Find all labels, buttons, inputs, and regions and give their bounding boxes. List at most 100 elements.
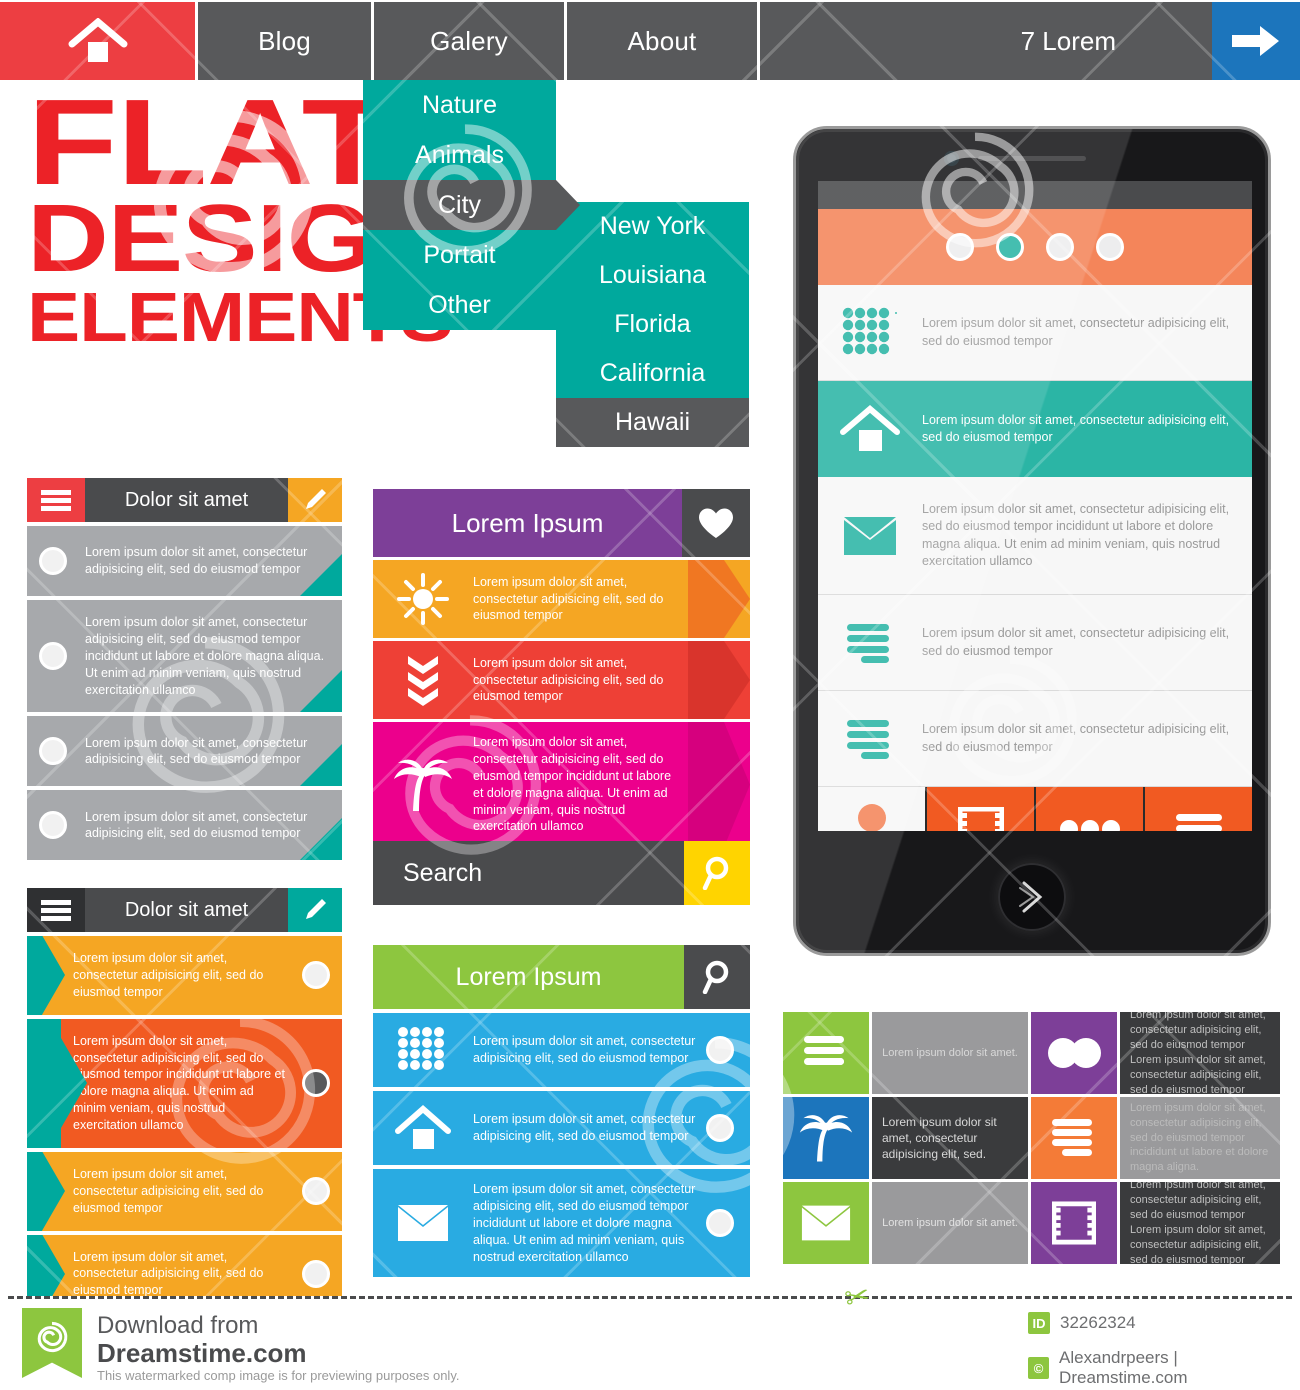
nav-item-galery[interactable]: Galery — [371, 2, 564, 96]
orange-list-menu-button[interactable] — [27, 888, 85, 932]
dropdown-item-animals[interactable]: Animals — [363, 130, 556, 180]
palm-tree-icon — [394, 759, 452, 811]
pager-dot-active[interactable] — [996, 233, 1024, 261]
table-row[interactable]: Lorem ipsum dolor sit amet, consectetur … — [27, 790, 342, 861]
dropdown-item-florida[interactable]: Florida — [556, 300, 749, 349]
banner-row[interactable]: Lorem ipsum dolor sit amet, consectetur … — [373, 560, 750, 638]
film-strip-icon — [957, 807, 1004, 831]
list-align-icon — [847, 719, 889, 759]
nav-item-about[interactable]: About — [564, 2, 757, 80]
nav-item-blog[interactable]: Blog — [195, 2, 371, 80]
phone-list-row[interactable]: Lorem ipsum dolor sit amet, consectetur … — [818, 381, 1252, 477]
favorite-button[interactable] — [682, 489, 750, 557]
tile-icon-circles[interactable] — [1031, 1012, 1117, 1094]
dropdown-item-new-york[interactable]: New York — [556, 202, 749, 251]
pager-dot[interactable] — [946, 233, 974, 261]
pager-dot[interactable] — [1046, 233, 1074, 261]
dropdown-item-city[interactable]: City — [363, 180, 580, 230]
row-icon-slot — [373, 1026, 473, 1074]
dropdown-item-portait[interactable]: Portait — [363, 230, 556, 280]
table-row[interactable]: Lorem ipsum dolor sit amet, consectetur … — [27, 716, 342, 787]
tile-icon-list[interactable] — [1031, 1097, 1117, 1179]
gray-list-edit-button[interactable] — [288, 478, 342, 522]
table-row[interactable]: Lorem ipsum dolor sit amet, consectetur … — [27, 1151, 342, 1231]
corner-accent — [27, 936, 39, 1015]
table-row[interactable]: Lorem ipsum dolor sit amet, consectetur … — [373, 1013, 750, 1087]
nav-next-button[interactable] — [1212, 2, 1300, 80]
tile-icon-palm[interactable] — [783, 1097, 869, 1179]
table-row[interactable]: Lorem ipsum dolor sit amet, consectetur … — [27, 1018, 342, 1148]
tile-icon-mail[interactable] — [783, 1182, 869, 1264]
scissors-icon: ✂ — [841, 1278, 874, 1317]
row-bullet[interactable] — [39, 737, 67, 766]
nav-label: Galery — [430, 25, 508, 56]
panel-search-button[interactable] — [684, 945, 750, 1009]
table-row[interactable]: Lorem ipsum dolor sit amet, consectetur … — [27, 600, 342, 713]
pencil-edit-icon — [306, 899, 326, 919]
banner-arrow-shape — [688, 722, 750, 848]
gray-list-menu-button[interactable] — [27, 478, 85, 522]
row-bullet[interactable] — [302, 1177, 330, 1206]
dropdown-label: Portait — [423, 240, 496, 269]
row-bullet[interactable] — [39, 642, 67, 671]
phone-home-button[interactable] — [998, 863, 1066, 931]
dropdown-item-nature[interactable]: Nature — [363, 80, 556, 130]
spiral-logo-icon — [37, 1321, 68, 1353]
banner-row[interactable]: Lorem ipsum dolor sit amet, consectetur … — [373, 641, 750, 719]
tile-icon-film[interactable] — [1031, 1182, 1117, 1264]
phone-list-row[interactable]: Lorem ipsum dolor sit amet, consectetur … — [818, 595, 1252, 691]
row-text: Lorem ipsum dolor sit amet, consectetur … — [73, 951, 264, 999]
page-title-line3: ELEMENTS — [27, 277, 454, 356]
corner-accent — [300, 554, 342, 596]
phone-pager[interactable] — [818, 209, 1252, 285]
dropdown-item-california[interactable]: California — [556, 349, 749, 398]
row-bullet[interactable] — [302, 1069, 330, 1098]
row-bullet[interactable] — [39, 811, 67, 840]
banner-row[interactable]: Lorem ipsum dolor sit amet, consectetur … — [373, 722, 750, 848]
row-icon-slot — [818, 307, 922, 359]
orange-list-edit-button[interactable] — [288, 888, 342, 932]
search-bar[interactable]: Search — [373, 841, 750, 905]
orange-list-title: Dolor sit amet — [85, 888, 288, 932]
phone-tab-menu[interactable] — [1143, 787, 1252, 831]
table-row[interactable]: Lorem ipsum dolor sit amet, consectetur … — [373, 1169, 750, 1278]
phone-list-row[interactable]: Lorem ipsum dolor sit amet, consectetur … — [818, 285, 1252, 381]
dropdown-label: Louisiana — [598, 261, 707, 289]
dropdown-menu-primary[interactable]: Nature Animals City Portait Other — [363, 80, 580, 330]
row-text: Lorem ipsum dolor sit amet, consectetur … — [922, 722, 1230, 754]
dropdown-item-louisiana[interactable]: Louisiana — [556, 251, 749, 300]
film-strip-icon — [1052, 1201, 1096, 1245]
phone-list-row[interactable]: Lorem ipsum dolor sit amet, consectetur … — [818, 477, 1252, 595]
table-row[interactable]: Lorem ipsum dolor sit amet, consectetur … — [27, 526, 342, 596]
table-row[interactable]: Lorem ipsum dolor sit amet, consectetur … — [373, 1091, 750, 1165]
row-bullet[interactable] — [302, 961, 330, 990]
banner-panel: Lorem Ipsum Lorem ipsum dolor sit amet, … — [373, 489, 750, 848]
row-bullet[interactable] — [706, 1114, 734, 1142]
id-badge-icon: ID — [1028, 1312, 1050, 1334]
row-bullet[interactable] — [39, 547, 67, 575]
phone-speaker — [978, 156, 1086, 161]
tile-text: Lorem ipsum dolor sit amet, consectetur … — [1120, 1012, 1280, 1094]
search-input[interactable]: Search — [373, 841, 684, 905]
phone-tab-video[interactable] — [925, 787, 1034, 831]
row-bullet[interactable] — [302, 1259, 330, 1288]
phone-tab-more[interactable] — [1034, 787, 1143, 831]
dropdown-item-other[interactable]: Other — [363, 280, 556, 330]
dropdown-menu-secondary[interactable]: New York Louisiana Florida California Ha… — [556, 202, 749, 447]
row-bullet[interactable] — [706, 1036, 734, 1064]
arrow-right-icon — [1232, 26, 1279, 56]
search-submit-button[interactable] — [684, 841, 750, 905]
row-bullet[interactable] — [706, 1209, 734, 1238]
footer-image-id: ID 32262324 — [1028, 1312, 1136, 1334]
dropdown-item-hawaii[interactable]: Hawaii — [556, 398, 749, 447]
tile-icon-list[interactable] — [783, 1012, 869, 1094]
nav-home-button[interactable] — [0, 2, 195, 80]
sun-icon — [397, 573, 449, 625]
envelope-icon — [801, 1205, 851, 1241]
phone-list-row[interactable]: Lorem ipsum dolor sit amet, consectetur … — [818, 691, 1252, 787]
dropdown-label: California — [599, 359, 706, 387]
phone-tab-location[interactable] — [818, 787, 925, 831]
pager-dot[interactable] — [1096, 233, 1124, 261]
tile-text-content: Lorem ipsum dolor sit amet. — [882, 1216, 1018, 1229]
table-row[interactable]: Lorem ipsum dolor sit amet, consectetur … — [27, 936, 342, 1015]
